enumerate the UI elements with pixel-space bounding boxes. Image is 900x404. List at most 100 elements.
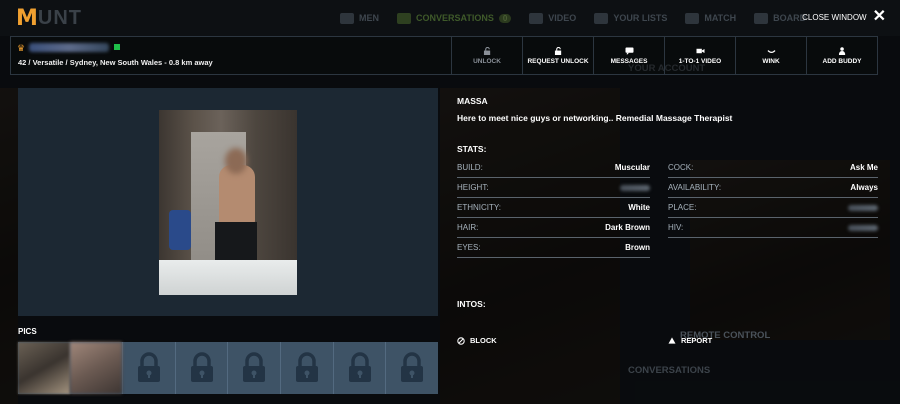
crown-icon: ♛ <box>17 43 26 53</box>
message-icon <box>625 46 633 55</box>
video-call-button[interactable]: 1-TO-1 VIDEO <box>664 37 735 74</box>
video-icon <box>696 48 704 53</box>
report-button[interactable]: REPORT <box>668 336 712 345</box>
pic-thumbnail[interactable] <box>18 342 70 394</box>
wink-icon <box>767 49 775 53</box>
request-unlock-button[interactable]: REQUEST UNLOCK <box>522 37 593 74</box>
pic-thumbnail[interactable] <box>70 342 122 394</box>
nav-item-video[interactable]: VIDEO <box>529 12 577 24</box>
nav-item-match[interactable]: MATCH <box>685 12 737 24</box>
nav-label: MEN <box>359 13 379 23</box>
locked-pic[interactable] <box>122 342 175 394</box>
stat-row-hiv: HIV: <box>668 218 878 238</box>
online-status-icon <box>114 44 120 50</box>
unlock-icon <box>483 46 490 55</box>
profile-info-panel: MASSA Here to meet nice guys or networki… <box>457 96 882 345</box>
locked-pic[interactable] <box>280 342 333 394</box>
main-profile-photo[interactable] <box>159 110 297 295</box>
lock-icon <box>137 352 160 382</box>
lock-icon <box>243 352 266 382</box>
locked-pic[interactable] <box>332 342 386 394</box>
nav-label: MATCH <box>704 13 737 23</box>
stat-row-cock: COCK: Ask Me <box>668 158 878 178</box>
nav-label: CONVERSATIONS <box>416 13 494 23</box>
intos-title: INTOS: <box>457 299 486 309</box>
block-icon <box>457 336 465 345</box>
profile-name: MASSA <box>457 96 488 106</box>
chat-icon <box>397 12 411 24</box>
stats-right: COCK: Ask Me AVAILABILITY: Always PLACE: H… <box>668 158 878 238</box>
unlock-icon <box>554 46 561 55</box>
pics-label: PICS <box>18 327 37 336</box>
stat-value: Brown <box>625 243 650 252</box>
lock-icon <box>348 352 371 382</box>
lock-icon <box>190 352 213 382</box>
warning-icon <box>668 337 676 344</box>
stat-row-ethnicity: ETHNICITY: White <box>457 198 650 218</box>
lock-icon <box>295 352 318 382</box>
photo-sink <box>159 260 297 295</box>
nav-item-men[interactable]: MEN <box>340 12 379 24</box>
nav-label: VIDEO <box>548 13 577 23</box>
nav-label: YOUR LISTS <box>613 13 668 23</box>
username-blurred <box>29 43 109 52</box>
nav-item-your-lists[interactable]: YOUR LISTS <box>594 12 668 24</box>
messages-button[interactable]: MESSAGES <box>593 37 664 74</box>
list-icon <box>594 12 609 24</box>
locked-pic[interactable] <box>227 342 280 394</box>
stat-value: Always <box>850 183 878 192</box>
stat-value-blurred <box>848 224 878 231</box>
stat-value-blurred <box>620 184 650 191</box>
report-label: REPORT <box>681 336 713 345</box>
stat-row-place: PLACE: <box>668 198 878 218</box>
background-conversations: CONVERSATIONS <box>628 365 711 376</box>
lock-icon <box>401 352 424 382</box>
action-label: ADD BUDDY <box>822 57 862 65</box>
block-label: BLOCK <box>470 336 497 345</box>
profile-tagline: Here to meet nice guys or networking.. R… <box>457 113 733 123</box>
unlock-button[interactable]: UNLOCK <box>451 37 522 74</box>
close-icon: ✕ <box>872 8 886 25</box>
nav-items: MEN CONVERSATIONS 0 VIDEO YOUR LISTS MATC… <box>340 0 806 36</box>
stat-label: EYES: <box>457 243 481 252</box>
site-logo[interactable]: M UNT <box>16 6 82 31</box>
people-icon <box>340 12 354 24</box>
add-user-icon <box>838 46 845 55</box>
action-label: 1-TO-1 VIDEO <box>678 57 722 65</box>
logo-text: UNT <box>37 7 83 29</box>
pics-strip <box>18 342 438 394</box>
profile-header: ♛ 42 / Versatile / Sydney, New South Wal… <box>10 36 878 75</box>
block-button[interactable]: BLOCK <box>457 336 497 345</box>
stat-label: HIV: <box>668 223 684 232</box>
video-icon <box>529 12 544 24</box>
bolt-icon <box>685 12 700 24</box>
stat-value: Muscular <box>614 163 650 172</box>
action-label: MESSAGES <box>610 57 648 65</box>
wink-button[interactable]: WINK <box>735 37 806 74</box>
stat-value: Dark Brown <box>605 223 650 232</box>
stat-value: Ask Me <box>849 163 878 172</box>
action-label: UNLOCK <box>473 57 501 65</box>
stats-title: STATS: <box>457 144 487 154</box>
photo-towel <box>169 210 191 250</box>
close-window-button[interactable]: CLOSE WINDOW ✕ <box>802 8 886 25</box>
stat-label: HAIR: <box>457 223 479 232</box>
locked-pic[interactable] <box>385 342 438 394</box>
nav-item-board[interactable]: BOARD <box>754 12 806 24</box>
stat-row-eyes: EYES: Brown <box>457 238 650 258</box>
photo-shorts <box>215 222 257 262</box>
profile-meta: 42 / Versatile / Sydney, New South Wales… <box>18 58 213 67</box>
stat-value: White <box>628 203 650 212</box>
stats-left: BUILD: Muscular HEIGHT: ETHNICITY: White H… <box>457 158 650 258</box>
locked-pic[interactable] <box>174 342 228 394</box>
stat-row-hair: HAIR: Dark Brown <box>457 218 650 238</box>
stat-row-build: BUILD: Muscular <box>457 158 650 178</box>
action-label: REQUEST UNLOCK <box>527 57 589 65</box>
stat-row-height: HEIGHT: <box>457 178 650 198</box>
stat-label: PLACE: <box>668 203 697 212</box>
add-buddy-button[interactable]: ADD BUDDY <box>806 37 877 74</box>
photo-head-blurred <box>225 148 247 174</box>
top-nav: M UNT MEN CONVERSATIONS 0 VIDEO YOUR LIST… <box>0 0 900 36</box>
stat-label: AVAILABILITY: <box>668 183 722 192</box>
nav-item-conversations[interactable]: CONVERSATIONS 0 <box>397 12 512 24</box>
